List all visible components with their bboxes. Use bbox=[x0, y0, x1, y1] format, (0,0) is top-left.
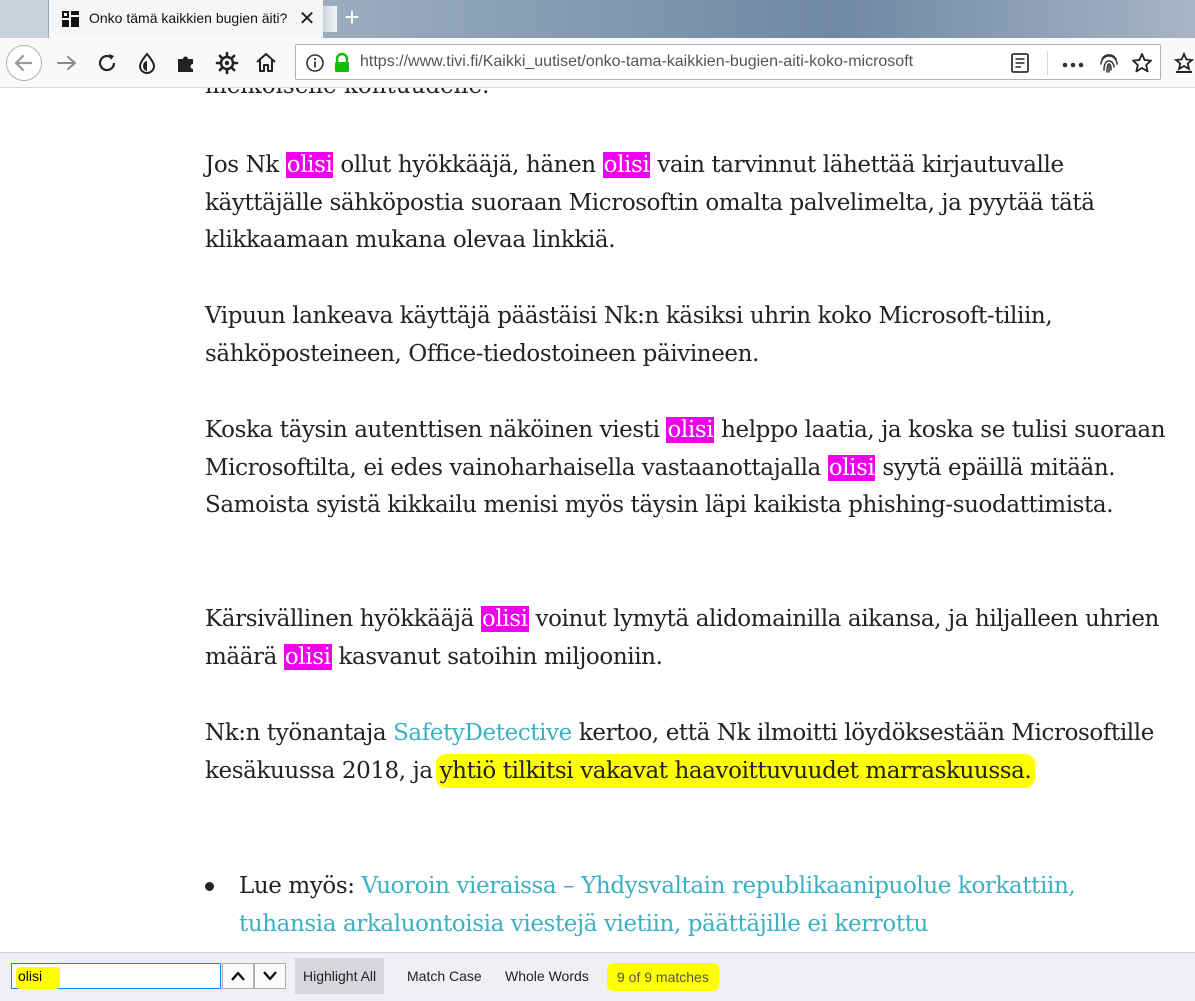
info-icon[interactable] bbox=[305, 53, 325, 78]
article-paragraph-5: Nk:n työnantaja SafetyDetective kertoo, … bbox=[205, 715, 1180, 790]
forward-icon bbox=[57, 56, 76, 70]
url-bar[interactable]: https://www.tivi.fi/Kaikki_uutiset/onko-… bbox=[295, 44, 1161, 80]
text-run: ollut hyökkääjä, hänen bbox=[333, 152, 603, 178]
settings-button[interactable] bbox=[214, 50, 240, 76]
annotation-highlight: yhtiö tilkitsi vakavat haavoittuvuudet m… bbox=[439, 757, 1032, 784]
tab-strip: Onko tämä kaikkien bugien äiti? ✕ + bbox=[0, 0, 1195, 38]
back-button[interactable] bbox=[6, 45, 42, 81]
tabstrip-corner bbox=[0, 0, 48, 38]
home-button[interactable] bbox=[253, 50, 279, 76]
new-tab-button[interactable]: + bbox=[338, 4, 366, 32]
search-match: olisi bbox=[285, 152, 334, 178]
vpn-extension-button[interactable] bbox=[134, 50, 160, 76]
search-match: olisi bbox=[283, 643, 332, 670]
lock-icon[interactable] bbox=[332, 52, 352, 79]
article-paragraph-1: Jos Nk olisi ollut hyökkääjä, hänen olis… bbox=[205, 147, 1180, 260]
article-paragraph-2: Vipuun lankeava käyttäjä päästäisi Nk:n … bbox=[205, 298, 1180, 373]
bookmark-star-icon[interactable] bbox=[1131, 52, 1153, 79]
library-icon bbox=[1173, 51, 1195, 73]
home-icon bbox=[256, 53, 276, 72]
search-match: olisi bbox=[480, 606, 529, 632]
article-partial-line: melkoiselle kohtuudelle. bbox=[205, 88, 489, 106]
text-run: Koska täysin autenttisen näköinen viesti bbox=[205, 417, 667, 443]
search-match: olisi bbox=[602, 152, 651, 178]
paragraph-text: Vipuun lankeava käyttäjä päästäisi Nk:n … bbox=[205, 303, 1053, 367]
find-next-button[interactable] bbox=[254, 963, 286, 989]
related-article-link[interactable]: Vuoroin vieraissa – Yhdysvaltain republi… bbox=[239, 873, 1076, 937]
find-query[interactable]: olisi bbox=[18, 968, 42, 984]
library-button[interactable] bbox=[1172, 50, 1195, 79]
vpn-drop-icon bbox=[138, 52, 156, 74]
related-prefix: Lue myös: bbox=[239, 873, 362, 899]
extensions-icon bbox=[178, 56, 193, 72]
extensions-button[interactable] bbox=[173, 50, 199, 76]
urlbar-separator bbox=[1047, 51, 1048, 75]
match-count-status: 9 of 9 matches bbox=[607, 963, 719, 991]
match-case-toggle[interactable]: Match Case bbox=[399, 958, 490, 994]
text-run: Nk:n työnantaja bbox=[205, 720, 394, 746]
url-text[interactable]: https://www.tivi.fi/Kaikki_uutiset/onko-… bbox=[360, 53, 970, 73]
text-run: Kärsivällinen hyökkääjä bbox=[205, 606, 481, 632]
settings-gear-icon bbox=[215, 51, 239, 75]
search-match: olisi bbox=[666, 417, 715, 443]
page-actions-icon[interactable] bbox=[1062, 57, 1084, 75]
safetydetective-link[interactable]: SafetyDetective bbox=[393, 720, 572, 746]
tab-active[interactable]: Onko tämä kaikkien bugien äiti? ✕ bbox=[48, 0, 337, 38]
close-tab-icon[interactable]: ✕ bbox=[297, 9, 317, 29]
back-icon bbox=[14, 54, 33, 72]
fingerprint-icon[interactable] bbox=[1098, 52, 1120, 79]
chevron-down-icon bbox=[263, 971, 277, 981]
find-previous-button[interactable] bbox=[222, 963, 254, 989]
find-bar: olisi Highlight All Match Case Whole Wor… bbox=[0, 952, 1195, 1001]
find-input[interactable]: olisi bbox=[11, 963, 221, 989]
reader-view-icon[interactable] bbox=[1010, 52, 1030, 79]
reload-icon bbox=[98, 54, 116, 72]
search-match: olisi bbox=[827, 454, 876, 481]
article-paragraph-4: Kärsivällinen hyökkääjä olisi voinut lym… bbox=[205, 601, 1180, 676]
text-run: Jos Nk bbox=[205, 152, 286, 178]
url-fade bbox=[916, 51, 976, 75]
forward-button[interactable] bbox=[54, 50, 80, 76]
text-run: kasvanut satoihin miljooniin. bbox=[331, 643, 663, 670]
article-paragraph-3: Koska täysin autenttisen näköinen viesti… bbox=[205, 412, 1180, 525]
bullet-dot bbox=[205, 882, 214, 891]
navigation-toolbar: https://www.tivi.fi/Kaikki_uutiset/onko-… bbox=[0, 38, 1195, 88]
chevron-up-icon bbox=[231, 971, 245, 981]
tab-title: Onko tämä kaikkien bugien äiti? bbox=[89, 10, 288, 26]
page-content: melkoiselle kohtuudelle. Jos Nk olisi ol… bbox=[0, 88, 1195, 952]
whole-words-toggle[interactable]: Whole Words bbox=[497, 958, 597, 994]
reload-button[interactable] bbox=[94, 50, 120, 76]
highlight-all-toggle[interactable]: Highlight All bbox=[295, 958, 385, 994]
tivi-logo-icon bbox=[61, 9, 81, 29]
